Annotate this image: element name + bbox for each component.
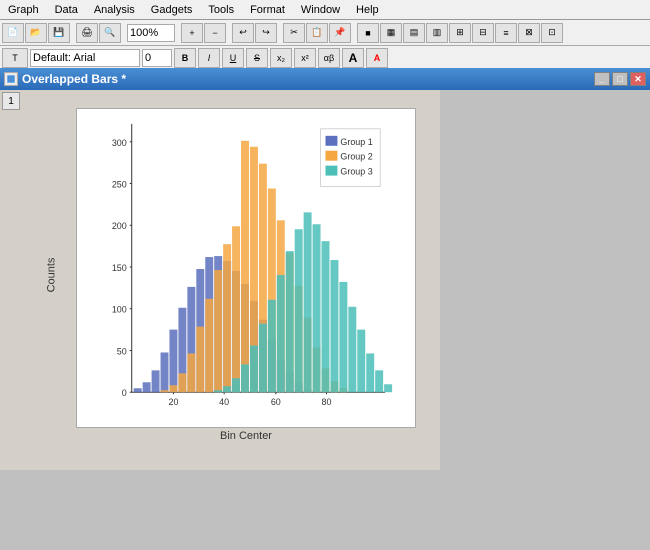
menu-help[interactable]: Help [348,4,387,16]
new-button[interactable]: 📄 [2,23,24,43]
undo-button[interactable]: ↩ [232,23,254,43]
graph-btn5[interactable]: ⊞ [449,23,471,43]
cut-button[interactable]: ✂ [283,23,305,43]
menu-gadgets[interactable]: Gadgets [143,4,201,16]
y-axis-label: Counts [45,258,57,293]
graph-btn4[interactable]: ▥ [426,23,448,43]
chart-outer: Counts [76,108,416,442]
format-toolbar: T B I U S x₂ x² αβ A A [0,46,650,70]
svg-text:200: 200 [112,221,127,231]
svg-text:40: 40 [219,397,229,407]
menu-analysis[interactable]: Analysis [86,4,143,16]
preview-button[interactable]: 🔍 [99,23,121,43]
svg-text:100: 100 [112,305,127,315]
color-button[interactable]: A [366,48,388,68]
graph-btn6[interactable]: ⊟ [472,23,494,43]
underline-button[interactable]: U [222,48,244,68]
chart-with-axes: Counts [76,108,416,442]
redo-button[interactable]: ↪ [255,23,277,43]
size-input[interactable] [142,49,172,67]
graph-btn7[interactable]: ≡ [495,23,517,43]
save-button[interactable]: 💾 [48,23,70,43]
superscript-button[interactable]: x² [294,48,316,68]
svg-text:0: 0 [122,388,127,398]
page-tab-1[interactable]: 1 [2,92,20,110]
maximize-button[interactable]: □ [612,72,628,86]
svg-text:150: 150 [112,263,127,273]
print-button[interactable]: 🖨 [76,23,98,43]
strikethrough-button[interactable]: S [246,48,268,68]
graph-btn2[interactable]: ▦ [380,23,402,43]
zoom-input[interactable] [127,24,175,42]
format-icon[interactable]: T [2,48,28,68]
copy-button[interactable]: 📋 [306,23,328,43]
open-button[interactable]: 📂 [25,23,47,43]
menu-format[interactable]: Format [242,4,293,16]
close-button[interactable]: ✕ [630,72,646,86]
graph-btn1[interactable]: ■ [357,23,379,43]
graph-btn3[interactable]: ▤ [403,23,425,43]
menu-window[interactable]: Window [293,4,348,16]
svg-text:60: 60 [271,397,281,407]
svg-text:Group 1: Group 1 [340,137,372,147]
svg-text:20: 20 [168,397,178,407]
svg-text:250: 250 [112,180,127,190]
svg-text:Group 2: Group 2 [340,152,372,162]
window-controls: _ □ ✕ [594,72,646,86]
menu-bar: Graph Data Analysis Gadgets Tools Format… [0,0,650,20]
chart-wrapper: 0 50 100 150 200 250 300 [76,108,416,428]
x-axis-label: Bin Center [76,430,416,442]
subscript-button[interactable]: x₂ [270,48,292,68]
chart-svg: 0 50 100 150 200 250 300 [77,109,415,427]
zoom-in-button[interactable]: + [181,23,203,43]
menu-graph[interactable]: Graph [0,4,47,16]
svg-text:50: 50 [117,346,127,356]
greek-button[interactable]: αβ [318,48,340,68]
bold-button[interactable]: B [174,48,196,68]
bigfont-button[interactable]: A [342,48,364,68]
title-bar: Overlapped Bars * _ □ ✕ [0,68,650,90]
minimize-button[interactable]: _ [594,72,610,86]
zoom-out-button[interactable]: − [204,23,226,43]
italic-button[interactable]: I [198,48,220,68]
svg-text:80: 80 [322,397,332,407]
menu-data[interactable]: Data [47,4,86,16]
font-input[interactable] [30,49,140,67]
window-icon [4,72,18,86]
graph-btn9[interactable]: ⊡ [541,23,563,43]
graph-btn8[interactable]: ⊠ [518,23,540,43]
bottom-panel [0,470,650,550]
menu-tools[interactable]: Tools [200,4,242,16]
window-title: Overlapped Bars * [22,72,126,86]
paste-button[interactable]: 📌 [329,23,351,43]
svg-text:300: 300 [112,138,127,148]
toolbar-main: 📄 📂 💾 🖨 🔍 + − ↩ ↪ ✂ 📋 📌 ■ ▦ ▤ ▥ ⊞ ⊟ ≡ ⊠ … [0,20,650,46]
svg-text:Group 3: Group 3 [340,167,372,177]
legend: Group 1 Group 2 Group 3 [321,129,381,187]
